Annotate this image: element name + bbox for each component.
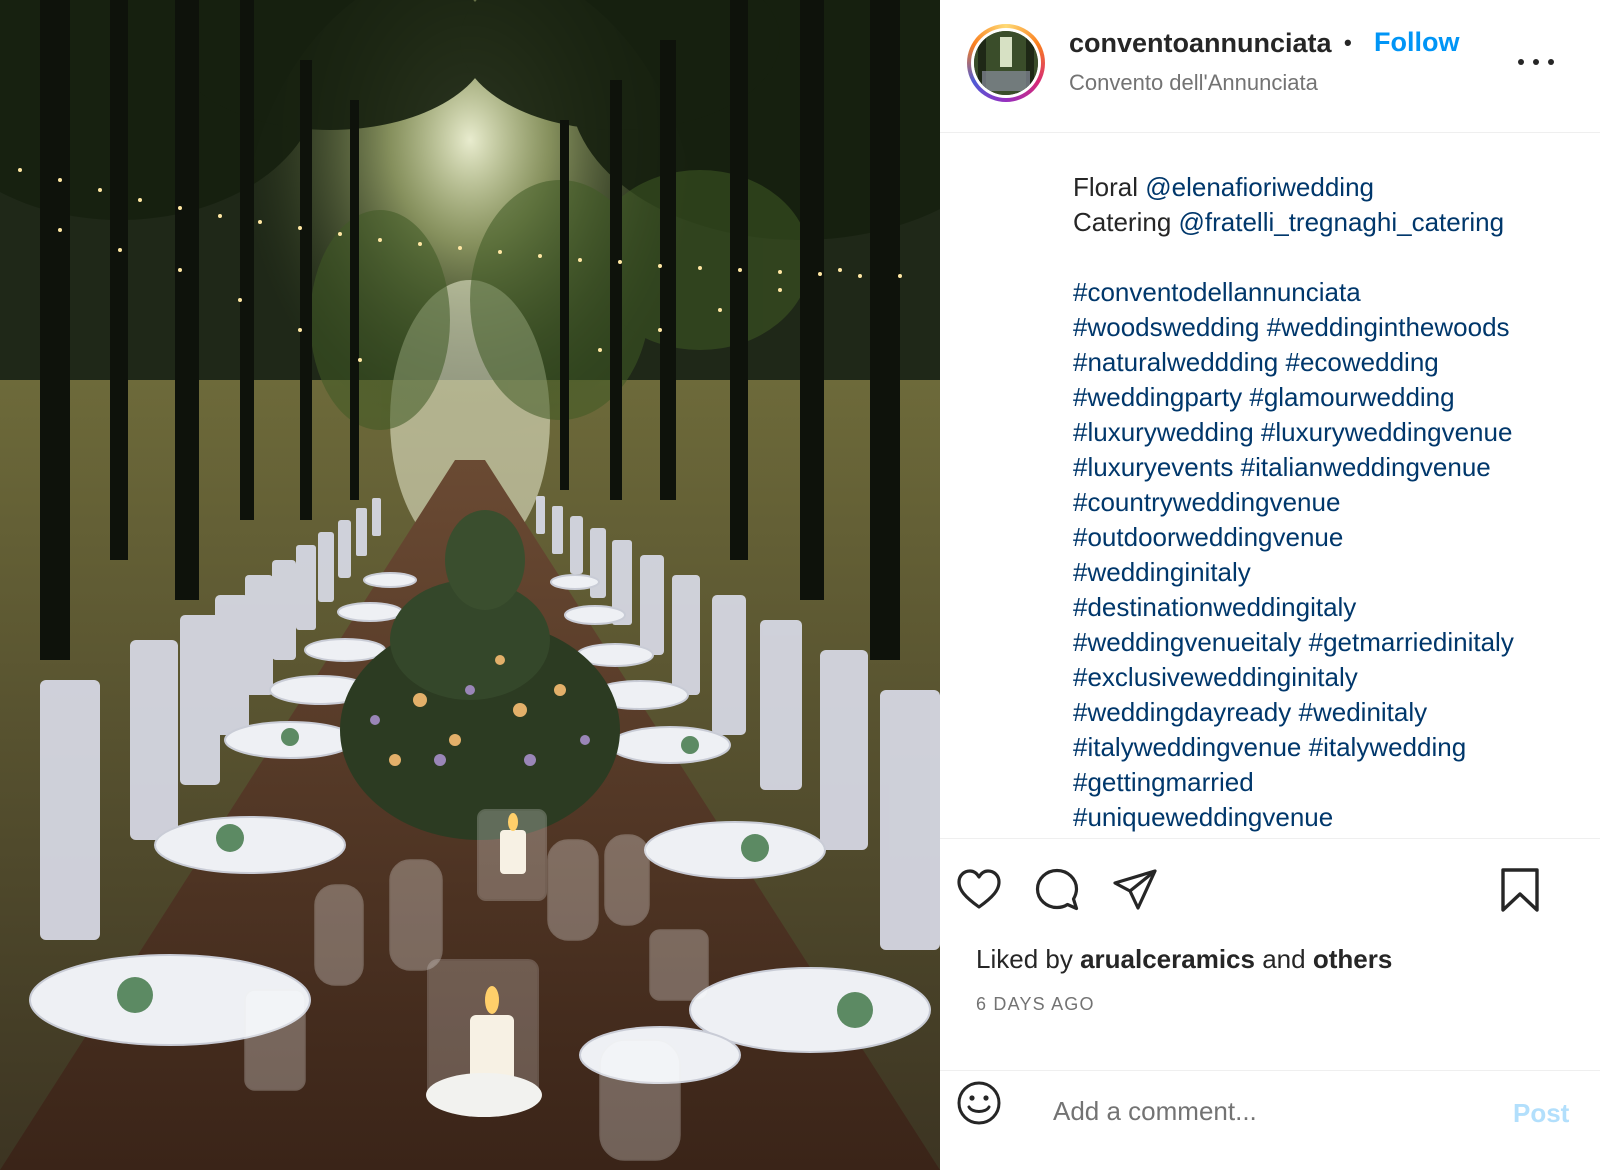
hashtag-link[interactable]: #exclusiveweddinginitaly bbox=[1073, 662, 1358, 692]
hashtag-line: #weddingvenueitaly #getmarriedinitaly bbox=[1073, 625, 1593, 660]
hashtag-line: #gettingmarried bbox=[1073, 765, 1593, 800]
follow-button[interactable]: Follow bbox=[1374, 27, 1459, 58]
hashtag-line: #luxurywedding #luxuryweddingvenue bbox=[1073, 415, 1593, 450]
likes-prefix: Liked by bbox=[976, 944, 1081, 974]
hashtag-line: #luxuryevents #italianweddingvenue bbox=[1073, 450, 1593, 485]
hashtag-link[interactable]: #uniqueweddingvenue bbox=[1073, 802, 1333, 832]
emoji-icon[interactable] bbox=[955, 1079, 1003, 1132]
separator-dot: • bbox=[1344, 30, 1352, 55]
credit-label: Floral bbox=[1073, 172, 1146, 202]
hashtag-line: #exclusiveweddinginitaly bbox=[1073, 660, 1593, 695]
post-timestamp[interactable]: 6 DAYS AGO bbox=[976, 994, 1095, 1015]
hashtag-link[interactable]: #conventodellannunciata bbox=[1073, 277, 1361, 307]
hashtag-link[interactable]: #luxuryweddingvenue bbox=[1261, 417, 1513, 447]
hashtag-link[interactable]: #getmarriedinitaly bbox=[1309, 627, 1514, 657]
hashtag-link[interactable]: #weddinginthewoods bbox=[1267, 312, 1510, 342]
hashtag-line: #weddingparty #glamourwedding bbox=[1073, 380, 1593, 415]
hashtag-line: #weddinginitaly bbox=[1073, 555, 1593, 590]
hashtag-line: #woodswedding #weddinginthewoods bbox=[1073, 310, 1593, 345]
more-horizontal-icon[interactable] bbox=[1518, 50, 1554, 74]
hashtag-link[interactable]: #italianweddingvenue bbox=[1241, 452, 1491, 482]
hashtag-link[interactable]: #italyweddingvenue bbox=[1073, 732, 1301, 762]
avatar[interactable] bbox=[967, 24, 1045, 102]
hashtag-link[interactable]: #naturalweddding bbox=[1073, 347, 1278, 377]
likes-summary: Liked by arualceramics and others bbox=[976, 944, 1392, 975]
comment-bar: Post bbox=[940, 1070, 1600, 1170]
hashtag-link[interactable]: #countryweddingvenue bbox=[1073, 487, 1340, 517]
username[interactable]: conventoannunciata bbox=[1069, 28, 1332, 59]
hashtag-link[interactable]: #outdoorweddingvenue bbox=[1073, 522, 1343, 552]
mention-link[interactable]: @fratelli_tregnaghi_catering bbox=[1179, 207, 1505, 237]
bookmark-icon[interactable] bbox=[1498, 866, 1542, 919]
caption-credit-catering: Catering @fratelli_tregnaghi_catering bbox=[1073, 205, 1593, 240]
hashtag-link[interactable]: #italywedding bbox=[1309, 732, 1467, 762]
hashtag-list: #conventodellannunciata #woodswedding #we… bbox=[1073, 275, 1593, 832]
hashtag-link[interactable]: #ecowedding bbox=[1286, 347, 1439, 377]
hashtag-link[interactable]: #gettingmarried bbox=[1073, 767, 1254, 797]
share-icon[interactable] bbox=[1111, 866, 1159, 919]
hashtag-link[interactable]: #destinationweddingitaly bbox=[1073, 592, 1356, 622]
hashtag-line: #weddingdayready #wedinitaly bbox=[1073, 695, 1593, 730]
post-header: conventoannunciata • Follow Convento del… bbox=[940, 0, 1600, 133]
hashtag-link[interactable]: #weddingparty bbox=[1073, 382, 1242, 412]
mention-link[interactable]: @elenafioriwedding bbox=[1145, 172, 1374, 202]
post-comment-button[interactable]: Post bbox=[1513, 1098, 1569, 1129]
hashtag-line: #naturalweddding #ecowedding bbox=[1073, 345, 1593, 380]
avatar-border bbox=[971, 28, 1041, 98]
actions-divider bbox=[940, 838, 1600, 839]
hashtag-line: #countryweddingvenue bbox=[1073, 485, 1593, 520]
hashtag-line: #italyweddingvenue #italywedding bbox=[1073, 730, 1593, 765]
credit-label: Catering bbox=[1073, 207, 1179, 237]
comment-input[interactable] bbox=[1053, 1083, 1473, 1139]
post-photo[interactable] bbox=[0, 0, 940, 1170]
comment-icon[interactable] bbox=[1033, 866, 1081, 919]
likes-middle: and bbox=[1254, 944, 1313, 974]
hashtag-line: #outdoorweddingvenue bbox=[1073, 520, 1593, 555]
wedding-table-photo bbox=[0, 0, 940, 1170]
liker-username[interactable]: arualceramics bbox=[1080, 944, 1255, 974]
hashtag-line: #conventodellannunciata bbox=[1073, 275, 1593, 310]
avatar-image bbox=[974, 31, 1038, 95]
caption-credit-floral: Floral @elenafioriwedding bbox=[1073, 170, 1593, 205]
location-link[interactable]: Convento dell'Annunciata bbox=[1069, 70, 1318, 96]
avatar-photo bbox=[974, 31, 1038, 95]
heart-icon[interactable] bbox=[955, 866, 1003, 919]
post-caption: Floral @elenafioriwedding Catering @frat… bbox=[1073, 170, 1593, 832]
likes-others-link[interactable]: others bbox=[1313, 944, 1392, 974]
hashtag-link[interactable]: #wedinitaly bbox=[1299, 697, 1428, 727]
hashtag-line: #uniqueweddingvenue bbox=[1073, 800, 1593, 832]
hashtag-link[interactable]: #woodswedding bbox=[1073, 312, 1259, 342]
hashtag-link[interactable]: #weddingvenueitaly bbox=[1073, 627, 1301, 657]
hashtag-link[interactable]: #weddinginitaly bbox=[1073, 557, 1251, 587]
hashtag-link[interactable]: #weddingdayready bbox=[1073, 697, 1291, 727]
hashtag-line: #destinationweddingitaly bbox=[1073, 590, 1593, 625]
hashtag-link[interactable]: #glamourwedding bbox=[1249, 382, 1454, 412]
hashtag-link[interactable]: #luxuryevents bbox=[1073, 452, 1233, 482]
post-side-panel: conventoannunciata • Follow Convento del… bbox=[940, 0, 1600, 1170]
hashtag-link[interactable]: #luxurywedding bbox=[1073, 417, 1254, 447]
